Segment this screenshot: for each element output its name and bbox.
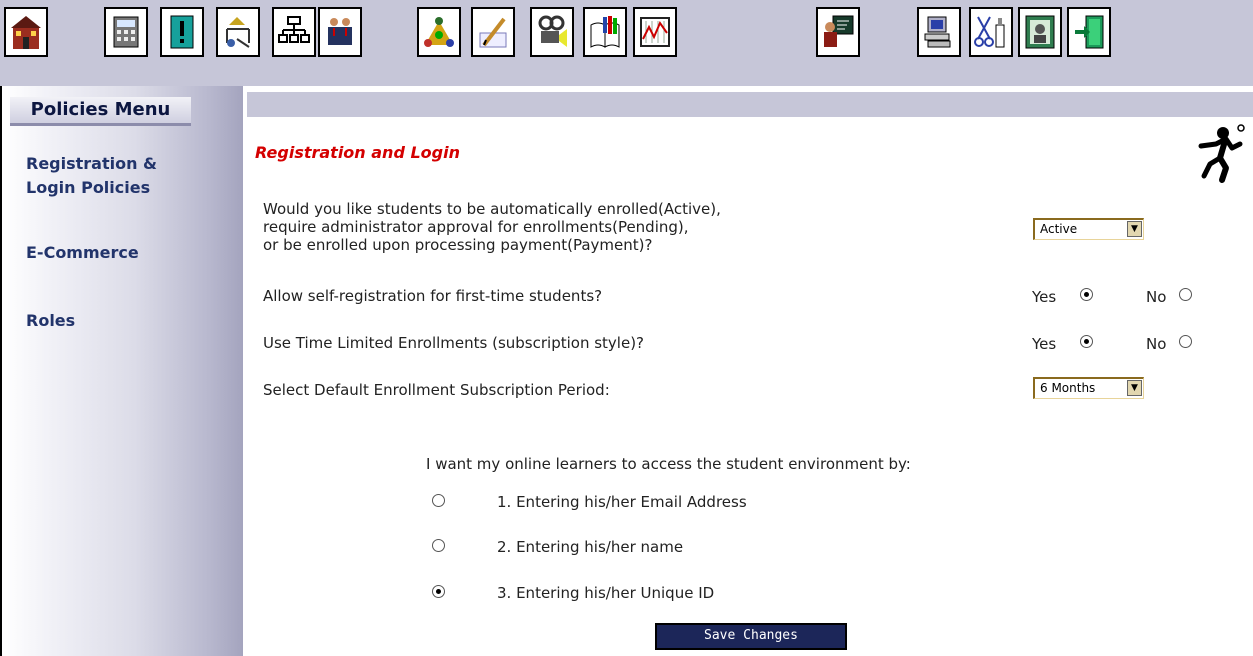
time-limited-yes-radio[interactable] [1080,335,1093,348]
subscription-period-value: 6 Months [1040,381,1096,395]
time-limited-no-label: No [1146,335,1167,353]
calculator-icon[interactable] [104,7,148,57]
question-line: require administrator approval for enrol… [263,218,689,236]
books-icon[interactable] [583,7,627,57]
sidebar-item-label: Registration & [26,154,158,173]
chevron-down-icon: ▼ [1127,380,1142,396]
sidebar-separator [243,86,247,656]
access-email-radio[interactable] [432,494,445,507]
self-registration-no-label: No [1146,288,1167,306]
runner-logo-icon [1196,124,1246,188]
projector-icon[interactable] [530,7,574,57]
question-line: or be enrolled upon processing payment(P… [263,236,653,254]
home-icon[interactable] [4,7,48,57]
subscription-period-select[interactable]: 6 Months ▼ [1033,377,1144,399]
policies-menu-title: Policies Menu [10,97,191,126]
self-registration-yes-label: Yes [1032,288,1057,306]
access-unique-id-label: 3. Entering his/her Unique ID [497,584,715,602]
enrollment-mode-value: Active [1040,222,1078,236]
self-registration-no-radio[interactable] [1179,288,1192,301]
portrait-icon[interactable] [1018,7,1062,57]
time-limited-yes-label: Yes [1032,335,1057,353]
access-email-label: 1. Entering his/her Email Address [497,493,747,511]
users-icon[interactable] [318,7,362,57]
time-limited-question: Use Time Limited Enrollments (subscripti… [263,334,645,352]
teacher-icon[interactable] [816,7,860,57]
save-changes-button[interactable]: Save Changes [655,623,847,650]
sidebar-item-roles[interactable]: Roles [26,309,75,333]
chevron-down-icon: ▼ [1127,221,1142,237]
section-title: Registration and Login [255,143,460,162]
time-limited-no-radio[interactable] [1179,335,1192,348]
self-registration-question: Allow self-registration for first-time s… [263,287,603,305]
access-name-radio[interactable] [432,539,445,552]
computer-icon[interactable] [917,7,961,57]
access-unique-id-radio[interactable] [432,585,445,598]
toolbar [0,0,1253,86]
content-header-bar [247,92,1253,117]
enrollment-mode-select[interactable]: Active ▼ [1033,218,1144,240]
writing-icon[interactable] [471,7,515,57]
access-name-label: 2. Entering his/her name [497,538,684,556]
subscription-period-question: Select Default Enrollment Subscription P… [263,381,610,399]
sidebar-item-ecommerce[interactable]: E-Commerce [26,241,139,265]
access-method-prompt: I want my online learners to access the … [426,455,911,473]
self-registration-yes-radio[interactable] [1080,288,1093,301]
question-line: Would you like students to be automatica… [263,200,721,218]
org-chart-icon[interactable] [272,7,316,57]
exit-door-icon[interactable] [1067,7,1111,57]
sidebar-item-label: Login Policies [26,178,151,197]
move-icon[interactable] [216,7,260,57]
sidebar-item-registration-login[interactable]: Registration & Login Policies [26,152,157,200]
group-icon[interactable] [417,7,461,57]
alert-icon[interactable] [160,7,204,57]
scissors-tools-icon[interactable] [969,7,1013,57]
chart-icon[interactable] [633,7,677,57]
enrollment-mode-question: Would you like students to be automatica… [263,200,721,254]
